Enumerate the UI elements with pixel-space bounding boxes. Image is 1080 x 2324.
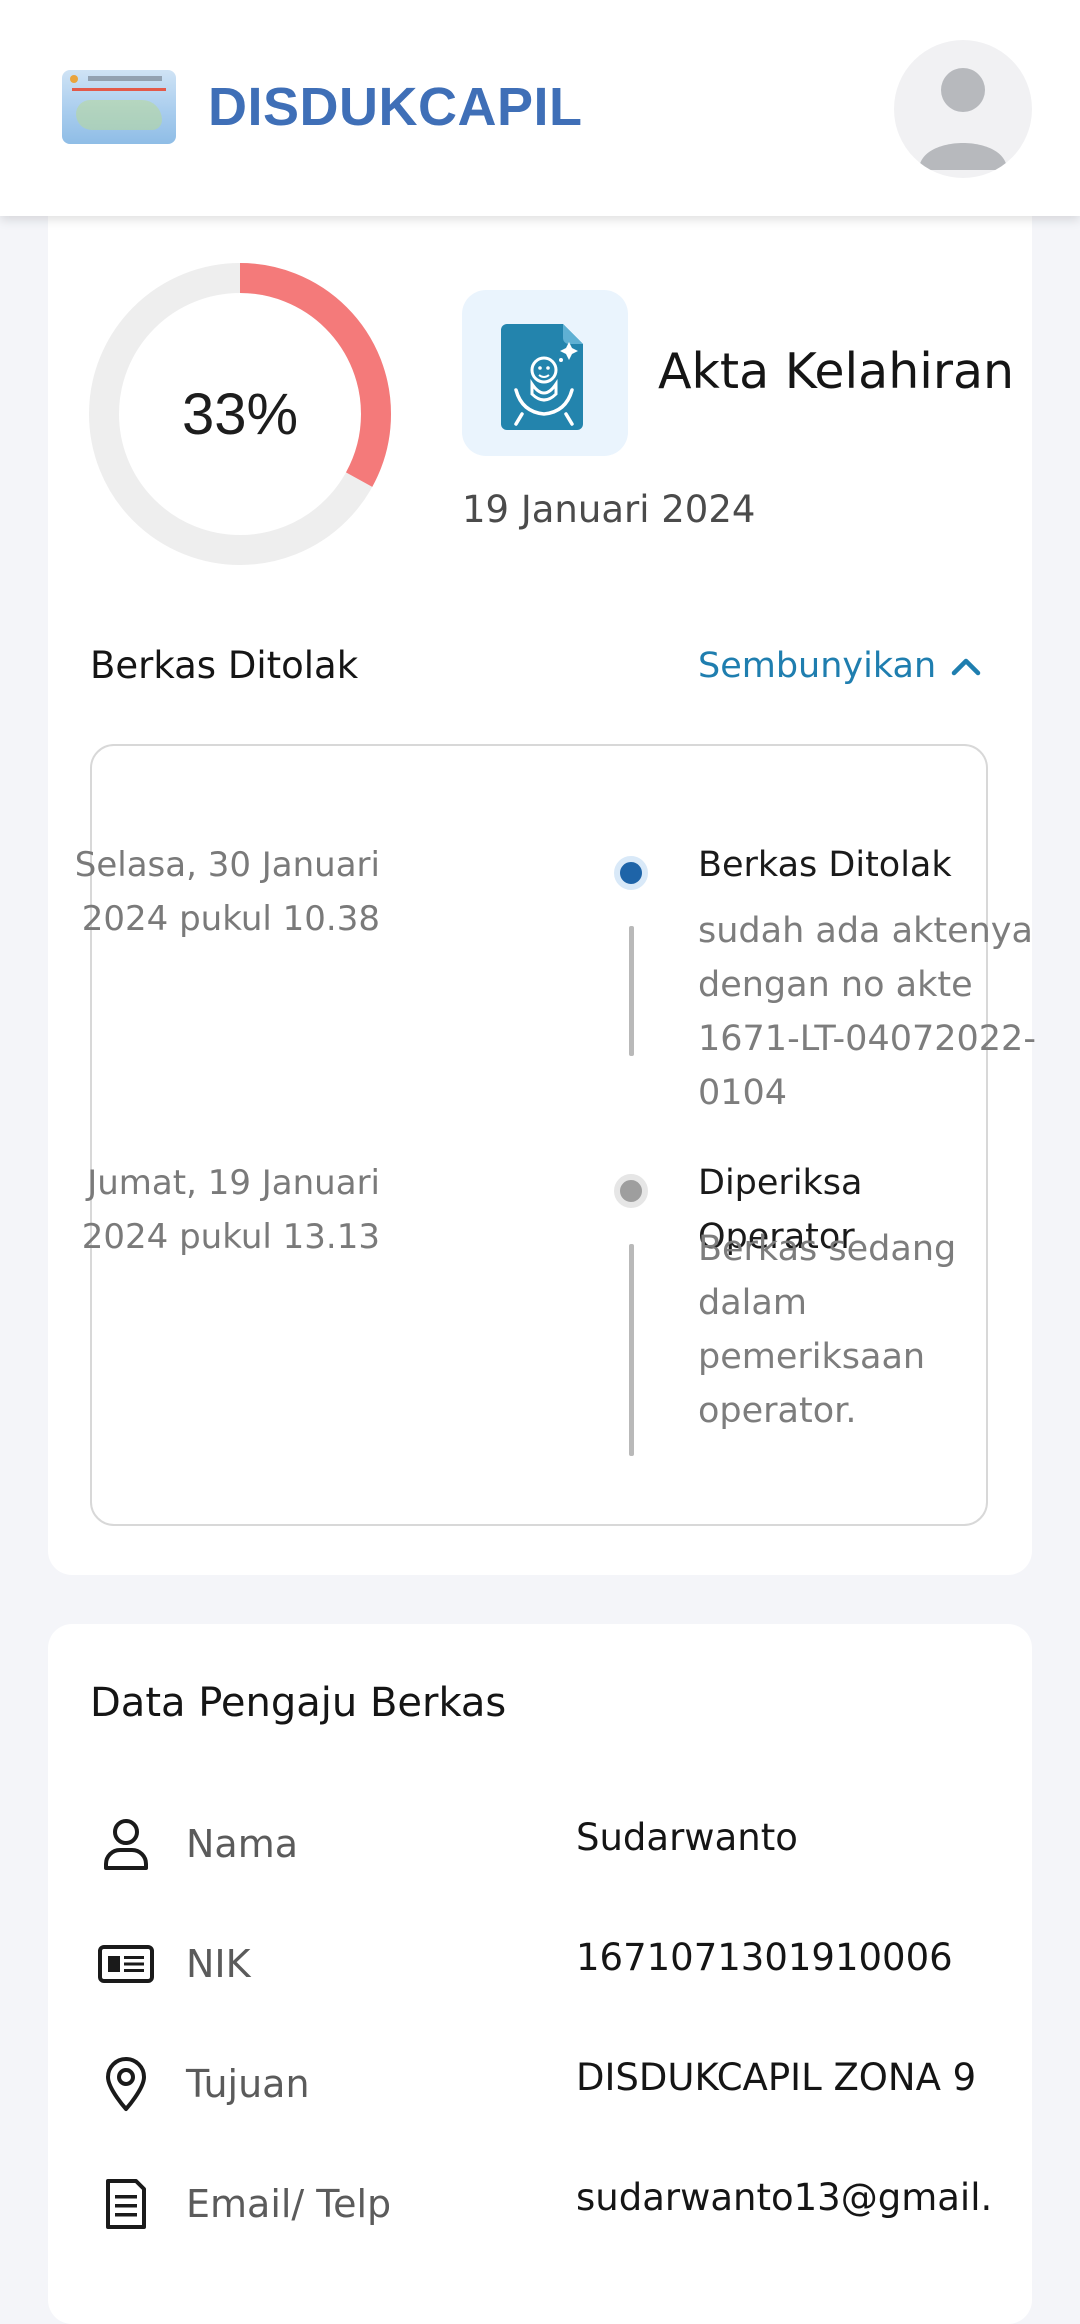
destination-value: DISDUKCAPIL ZONA 9	[576, 2056, 977, 2099]
contact-value: sudarwanto13@gmail.	[576, 2176, 993, 2219]
timeline-event-description: Berkas sedang dalam pemeriksaan operator…	[698, 1229, 957, 1431]
timeline-connector	[629, 926, 634, 1056]
contact-label: Email/ Telp	[186, 2182, 392, 2226]
timeline-dot-inactive	[614, 1174, 648, 1208]
timeline-box: Selasa, 30 Januari 2024 pukul 10.38 Berk…	[75, 744, 1036, 1526]
name-label: Nama	[186, 1822, 299, 1866]
destination-label: Tujuan	[186, 2062, 310, 2106]
timeline-date: Jumat, 19 Januari 2024 pukul 13.13	[81, 1163, 380, 1257]
app-header: DISDUKCAPIL	[0, 0, 1080, 216]
user-avatar-icon	[919, 68, 1007, 170]
id-card-icon	[96, 1934, 156, 1994]
timeline-event-description: sudah ada aktenya dengan no akte 1671-LT…	[698, 911, 1036, 1113]
timeline-event-title: Berkas Ditolak	[698, 845, 952, 885]
timeline-date: Selasa, 30 Januari 2024 pukul 10.38	[74, 845, 380, 939]
toggle-label: Sembunyikan	[698, 646, 937, 686]
rejected-section-title: Berkas Ditolak	[90, 644, 359, 687]
disdukcapil-logo[interactable]	[62, 70, 176, 144]
document-list-icon	[96, 2174, 156, 2234]
location-pin-icon	[96, 2054, 156, 2114]
profile-avatar-button[interactable]	[894, 40, 1032, 178]
nik-value: 1671071301910006	[576, 1936, 953, 1979]
progress-percentage: 33%	[181, 381, 299, 447]
applicant-section-title: Data Pengaju Berkas	[90, 1680, 507, 1726]
document-type-tile	[462, 290, 628, 456]
person-icon	[96, 1814, 156, 1874]
timeline-connector	[629, 1244, 634, 1456]
name-value: Sudarwanto	[576, 1816, 798, 1859]
baby-document-icon	[501, 324, 583, 430]
hide-timeline-toggle[interactable]: Sembunyikan	[698, 636, 982, 696]
submitted-date: 19 Januari 2024	[462, 488, 756, 531]
brand-title: DISDUKCAPIL	[208, 77, 583, 137]
document-type-title: Akta Kelahiran	[658, 343, 1015, 400]
nik-label: NIK	[186, 1942, 251, 1986]
chevron-up-icon	[951, 658, 981, 676]
timeline-dot-active	[614, 856, 648, 890]
